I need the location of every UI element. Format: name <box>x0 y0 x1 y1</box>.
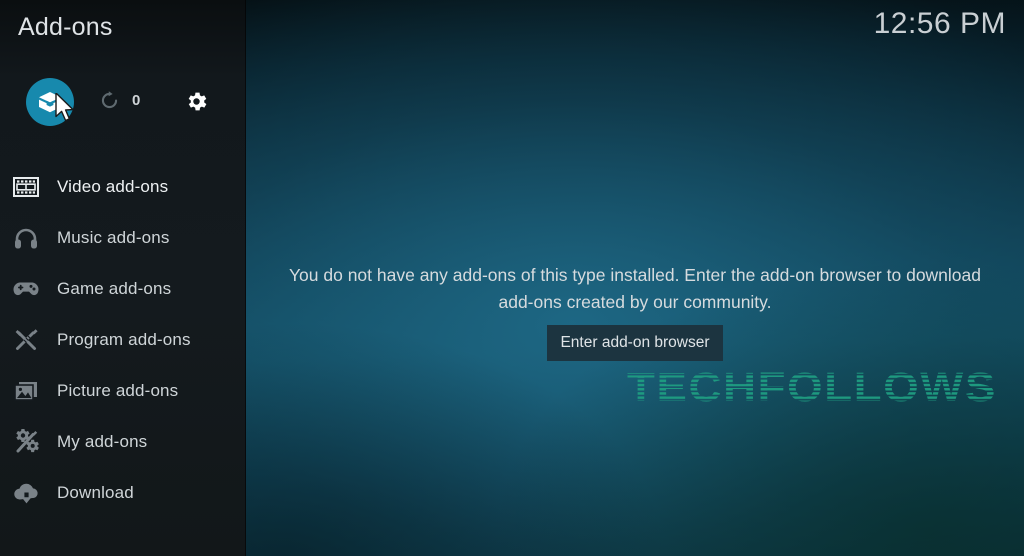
main-panel: You do not have any add-ons of this type… <box>246 0 1024 556</box>
techfollows-watermark: TECHFOLLOWS <box>627 367 999 409</box>
sidebar-item-music-addons[interactable]: Music add-ons <box>0 212 246 263</box>
sidebar-item-video-addons[interactable]: Video add-ons <box>0 161 246 212</box>
headphones-icon <box>12 224 40 252</box>
settings-button[interactable] <box>184 89 209 114</box>
sidebar-item-label: Download <box>57 482 134 502</box>
empty-state-message: You do not have any add-ons of this type… <box>288 265 982 312</box>
gear-icon[interactable] <box>184 89 209 114</box>
clock: 12:56 PM <box>873 7 1006 40</box>
sidebar-item-label: Program add-ons <box>57 329 191 349</box>
film-strip-icon <box>12 173 40 201</box>
sidebar-menu: Video add-ons Music add-ons Game add-ons… <box>0 161 246 518</box>
gamepad-icon <box>12 275 40 303</box>
refresh-group[interactable]: 0 <box>99 90 140 111</box>
photo-icon <box>12 377 40 405</box>
kodi-addons-screen: Add-ons 12:56 PM 0 Video add-ons Music a… <box>0 0 1024 556</box>
refresh-count: 0 <box>132 92 141 109</box>
toolbar: 0 <box>0 78 246 130</box>
sidebar-item-picture-addons[interactable]: Picture add-ons <box>0 365 246 416</box>
sidebar-item-label: Picture add-ons <box>57 380 179 400</box>
gear-tools-icon <box>12 428 40 456</box>
refresh-icon[interactable] <box>99 90 120 111</box>
sidebar-item-label: My add-ons <box>57 431 148 451</box>
page-title: Add-ons <box>18 13 113 41</box>
sidebar-item-download[interactable]: Download <box>0 467 246 518</box>
sidebar-item-label: Music add-ons <box>57 227 170 247</box>
enter-addon-browser-button[interactable]: Enter add-on browser <box>547 325 723 361</box>
sidebar-item-my-addons[interactable]: My add-ons <box>0 416 246 467</box>
sidebar-item-label: Video add-ons <box>57 176 169 196</box>
cloud-download-icon <box>12 479 40 507</box>
sidebar-item-program-addons[interactable]: Program add-ons <box>0 314 246 365</box>
addon-browser-circle <box>26 78 74 126</box>
tools-icon <box>12 326 40 354</box>
sidebar-item-label: Game add-ons <box>57 278 172 298</box>
sidebar-item-game-addons[interactable]: Game add-ons <box>0 263 246 314</box>
enter-addon-browser-label: Enter add-on browser <box>560 334 710 351</box>
open-box-icon <box>39 92 61 113</box>
addon-browser-button[interactable] <box>26 78 74 126</box>
